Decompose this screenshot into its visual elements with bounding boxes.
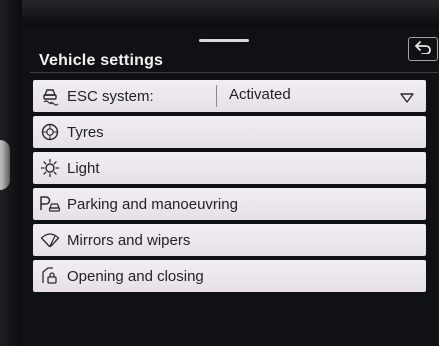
menu-item-label: Tyres	[67, 123, 104, 141]
esc-skid-icon	[39, 85, 61, 107]
menu-item-esc-system[interactable]: ESC system: Activated	[33, 80, 426, 112]
infotainment-screen	[22, 28, 439, 346]
door-lock-icon	[39, 265, 61, 287]
screen-bezel-top	[0, 0, 439, 28]
bezel-knob	[0, 140, 10, 190]
parking-icon	[39, 193, 61, 215]
menu-item-label: Mirrors and wipers	[67, 231, 191, 249]
menu-item-tyres[interactable]: Tyres	[33, 116, 426, 148]
back-button[interactable]	[408, 37, 438, 61]
wiper-icon	[39, 229, 61, 251]
esc-system-label: ESC system:	[67, 87, 154, 105]
page-title: Vehicle settings	[39, 52, 164, 69]
screen-bezel-left	[0, 0, 22, 346]
menu-item-opening-closing[interactable]: Opening and closing	[33, 260, 426, 292]
menu-item-label: Light	[67, 159, 100, 177]
light-icon	[39, 157, 61, 179]
menu-item-label: Opening and closing	[67, 267, 204, 285]
menu-item-parking[interactable]: Parking and manoeuvring	[33, 188, 426, 220]
title-divider	[30, 72, 438, 73]
home-indicator[interactable]	[199, 39, 249, 42]
esc-divider	[216, 85, 217, 107]
menu-item-mirrors-wipers[interactable]: Mirrors and wipers	[33, 224, 426, 256]
back-arrow-icon	[414, 40, 432, 59]
esc-system-value[interactable]: Activated	[229, 86, 291, 103]
tyre-icon	[39, 121, 61, 143]
menu-item-label: Parking and manoeuvring	[67, 195, 238, 213]
menu-item-light[interactable]: Light	[33, 152, 426, 184]
dropdown-arrow-icon[interactable]	[400, 90, 414, 108]
